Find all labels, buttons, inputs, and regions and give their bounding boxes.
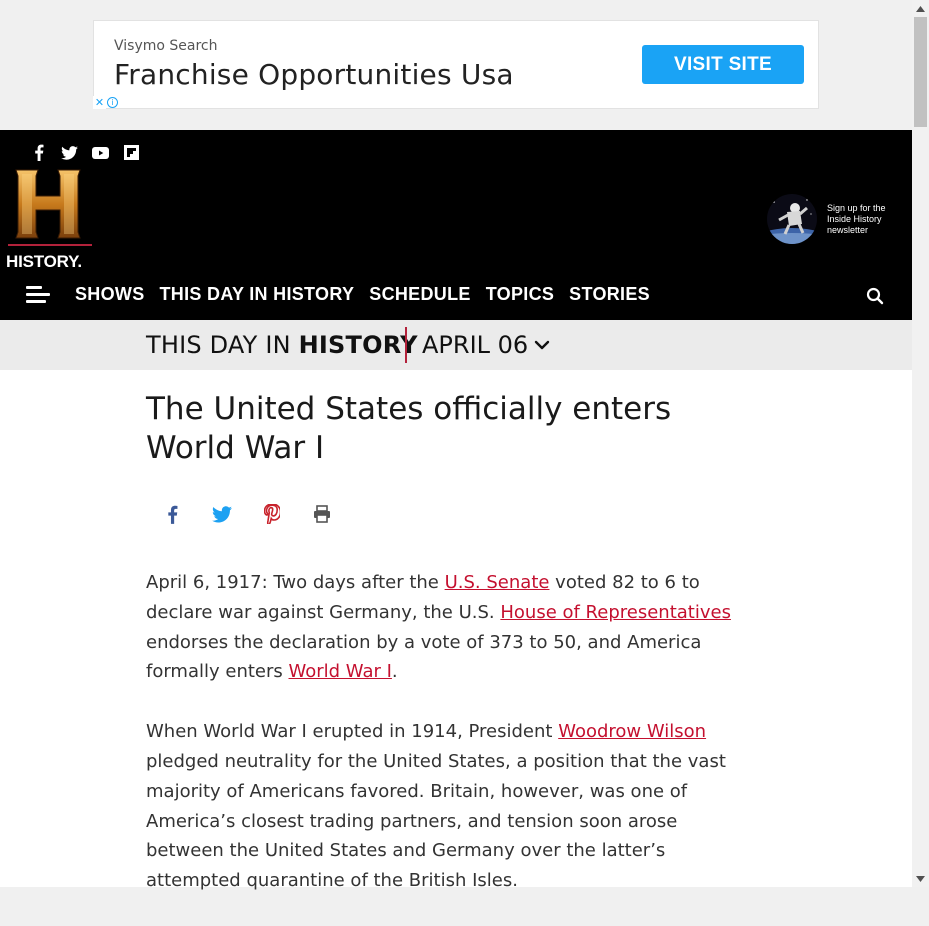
link-woodrow-wilson[interactable]: Woodrow Wilson (558, 721, 706, 742)
article-headline: The United States officially enters Worl… (146, 391, 672, 466)
main-nav: SHOWS THIS DAY IN HISTORY SCHEDULE TOPIC… (26, 284, 650, 305)
link-world-war-i[interactable]: World War I (289, 661, 392, 682)
menu-icon[interactable] (26, 285, 50, 305)
ad-banner[interactable]: Visymo Search Franchise Opportunities Us… (93, 20, 819, 109)
history-logo-text: HISTORY. (6, 252, 82, 271)
this-day-title: THIS DAY IN HISTORY (146, 331, 418, 359)
this-day-bar: THIS DAY IN HISTORY APRIL 06 (0, 320, 912, 370)
search-icon[interactable] (866, 287, 884, 305)
social-links (30, 144, 140, 161)
site-header: HISTORY. Sign up for the Inside History … (0, 130, 912, 320)
share-pinterest-icon[interactable] (262, 504, 282, 524)
scrollbar[interactable] (912, 0, 929, 887)
share-bar (162, 504, 332, 524)
nav-this-day-in-history[interactable]: THIS DAY IN HISTORY (160, 284, 355, 305)
youtube-icon[interactable] (92, 144, 109, 161)
scroll-down-icon[interactable] (912, 870, 929, 887)
article-main: The United States officially enters Worl… (0, 370, 912, 891)
share-twitter-icon[interactable] (212, 504, 232, 524)
ad-close-icon[interactable]: ✕ (93, 96, 106, 109)
share-facebook-icon[interactable] (162, 504, 182, 524)
ad-visit-site-button[interactable]: VISIT SITE (642, 45, 804, 84)
article-paragraph: When World War I erupted in 1914, Presid… (146, 721, 726, 892)
newsletter-signup[interactable]: Sign up for the Inside History newslette… (767, 194, 887, 244)
nav-schedule[interactable]: SCHEDULE (369, 284, 470, 305)
ad-info-icon[interactable]: i (107, 97, 118, 108)
nav-shows[interactable]: SHOWS (75, 284, 145, 305)
ad-title[interactable]: Franchise Opportunities Usa (114, 58, 514, 91)
facebook-icon[interactable] (30, 144, 47, 161)
twitter-icon[interactable] (61, 144, 78, 161)
divider (405, 327, 407, 363)
nav-topics[interactable]: TOPICS (486, 284, 554, 305)
astronaut-image (767, 194, 817, 244)
article-body: April 6, 1917: Two days after the U.S. S… (146, 568, 746, 926)
article-paragraph: April 6, 1917: Two days after the U.S. S… (146, 572, 731, 683)
scroll-thumb[interactable] (914, 17, 927, 127)
flipboard-icon[interactable] (123, 144, 140, 161)
link-house-of-representatives[interactable]: House of Representatives (500, 602, 731, 623)
ad-sponsor: Visymo Search (114, 38, 218, 54)
date-selector[interactable]: APRIL 06 (422, 331, 550, 359)
date-label: APRIL 06 (422, 331, 529, 359)
print-icon[interactable] (312, 504, 332, 524)
chevron-down-icon (534, 340, 550, 350)
newsletter-text[interactable]: Sign up for the Inside History newslette… (827, 203, 887, 236)
link-us-senate[interactable]: U.S. Senate (445, 572, 550, 593)
ad-choices[interactable]: ✕ i (93, 96, 119, 109)
nav-stories[interactable]: STORIES (569, 284, 650, 305)
scroll-up-icon[interactable] (912, 0, 929, 17)
